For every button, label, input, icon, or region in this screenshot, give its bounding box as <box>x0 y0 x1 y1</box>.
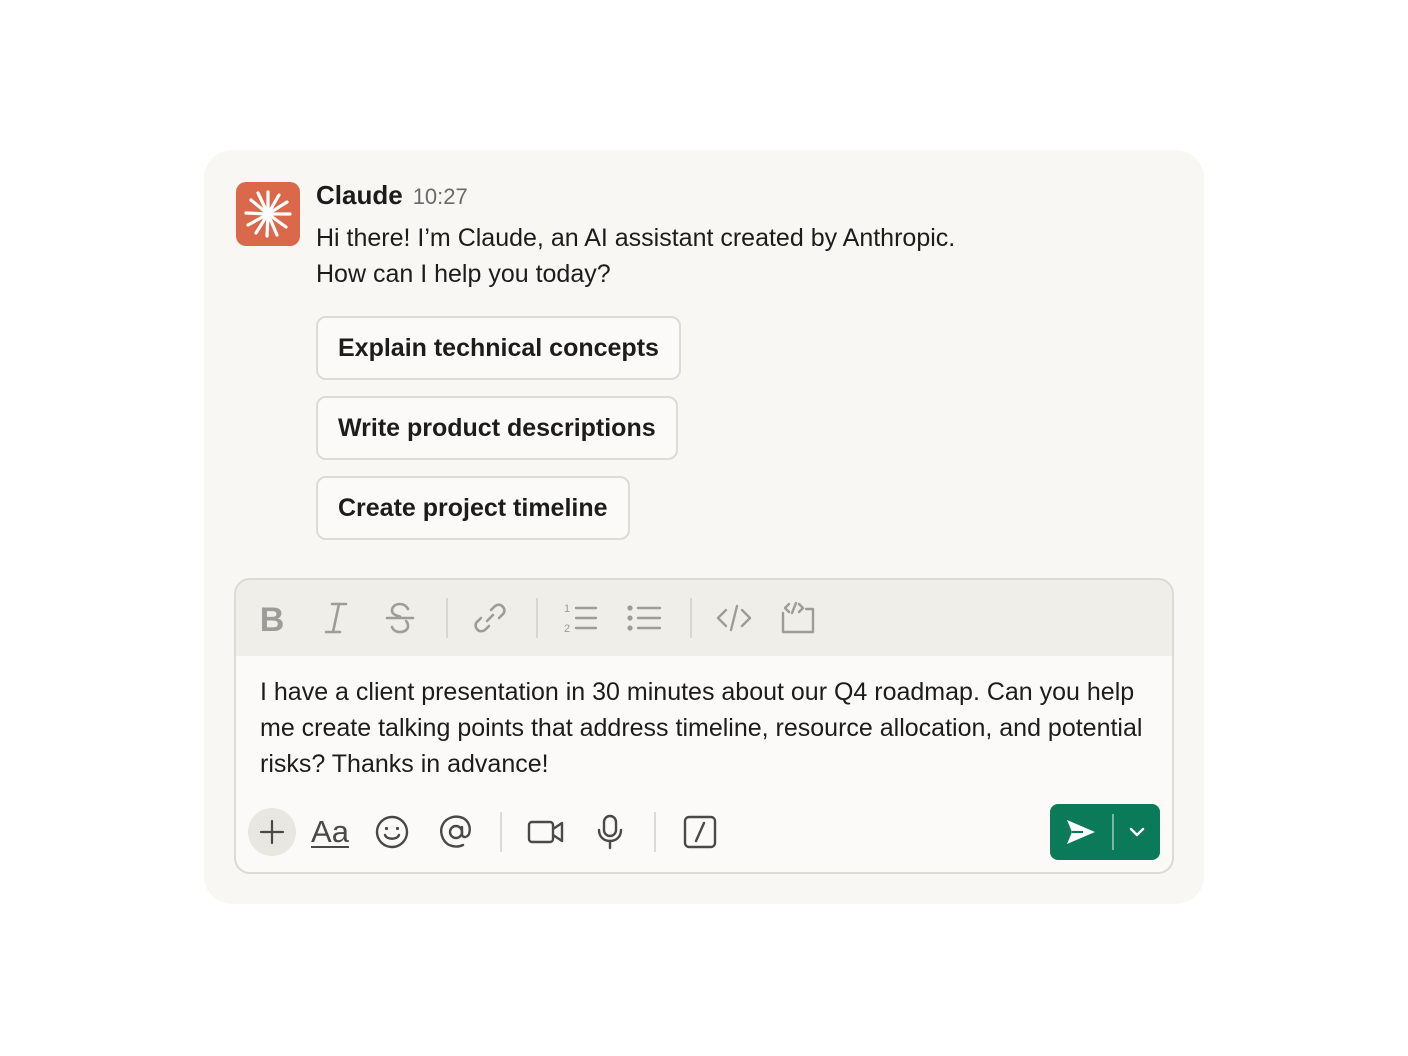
message-header: Claude 10:27 <box>316 180 468 211</box>
slash-command-button[interactable] <box>676 808 724 856</box>
plus-icon <box>259 819 285 845</box>
claude-starburst-icon <box>244 190 292 238</box>
message-line: Hi there! I’m Claude, an AI assistant cr… <box>316 224 956 252</box>
text-format-button[interactable]: Aa <box>306 808 354 856</box>
code-block-button[interactable] <box>778 598 818 638</box>
send-button-group <box>1050 804 1160 860</box>
microphone-button[interactable] <box>586 808 634 856</box>
code-icon <box>716 604 752 632</box>
toolbar-divider <box>536 598 538 638</box>
ordered-list-button[interactable]: 1 2 <box>560 598 600 638</box>
bulleted-list-icon <box>627 605 662 631</box>
add-attachment-button[interactable] <box>248 808 296 856</box>
strikethrough-button[interactable] <box>380 598 420 638</box>
sender-name[interactable]: Claude <box>316 180 403 211</box>
italic-button[interactable] <box>316 598 356 638</box>
video-button[interactable] <box>522 808 570 856</box>
link-icon <box>474 603 506 633</box>
toolbar-divider <box>500 812 502 852</box>
send-button[interactable] <box>1050 804 1112 860</box>
suggestion-button-explain-technical-concepts[interactable]: Explain technical concepts <box>316 316 681 380</box>
formatting-toolbar: B 1 2 <box>236 580 1172 656</box>
toolbar-divider <box>654 812 656 852</box>
ordered-list-icon: 1 2 <box>564 603 598 635</box>
toolbar-divider <box>446 598 448 638</box>
message-line: How can I help you today? <box>316 260 611 288</box>
bulleted-list-button[interactable] <box>624 598 664 638</box>
suggestion-button-write-product-descriptions[interactable]: Write product descriptions <box>316 396 678 460</box>
bold-icon: B <box>260 601 285 635</box>
svg-text:1: 1 <box>564 603 570 615</box>
mention-button[interactable] <box>432 808 480 856</box>
message-body: Hi there! I’m Claude, an AI assistant cr… <box>316 220 1116 292</box>
emoji-icon <box>375 815 409 849</box>
message-card: Claude 10:27 Hi there! I’m Claude, an AI… <box>204 150 1204 904</box>
suggestion-list: Explain technical concepts Write product… <box>316 316 681 540</box>
svg-text:B: B <box>260 601 285 635</box>
message-composer: B 1 2 I have a client presentation in 30… <box>234 578 1174 874</box>
bold-button[interactable]: B <box>252 598 292 638</box>
toolbar-divider <box>690 598 692 638</box>
text-format-icon: Aa <box>311 814 349 849</box>
suggestion-button-create-project-timeline[interactable]: Create project timeline <box>316 476 630 540</box>
slash-command-icon <box>683 815 717 849</box>
strikethrough-icon <box>385 602 415 634</box>
emoji-button[interactable] <box>368 808 416 856</box>
send-options-button[interactable] <box>1114 804 1160 860</box>
microphone-icon <box>597 814 623 850</box>
svg-text:2: 2 <box>564 623 570 635</box>
video-icon <box>527 820 564 844</box>
mention-icon <box>440 815 471 848</box>
send-icon <box>1067 820 1095 844</box>
message-timestamp[interactable]: 10:27 <box>413 184 468 210</box>
chevron-down-icon <box>1129 827 1145 837</box>
message-input[interactable]: I have a client presentation in 30 minut… <box>260 674 1150 782</box>
avatar[interactable] <box>236 182 300 246</box>
code-block-icon <box>781 601 815 634</box>
code-button[interactable] <box>714 598 754 638</box>
italic-icon <box>324 602 348 634</box>
link-button[interactable] <box>470 598 510 638</box>
